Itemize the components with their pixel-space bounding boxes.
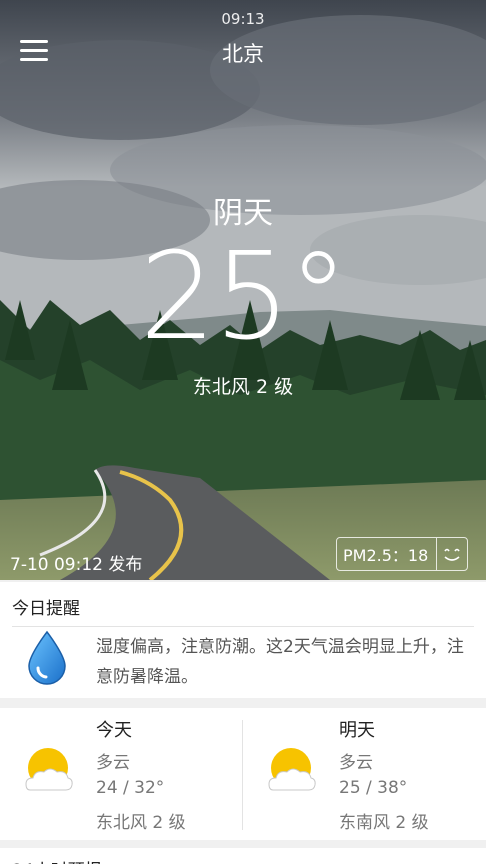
reminder-title: 今日提醒 — [12, 599, 80, 619]
partly-cloudy-icon — [24, 746, 74, 802]
reminder-text: 湿度偏高，注意防潮。这2天气温会明显上升，注意防暑降温。 — [96, 637, 464, 687]
two-day-forecast: 今天 多云 24 / 32° 东北风 2 级 明天 多云 25 / 38° 东南… — [0, 708, 486, 840]
smile-face-icon — [436, 538, 467, 570]
forecast-condition: 多云 — [96, 753, 130, 773]
forecast-temp-range: 25 / 38° — [339, 778, 408, 798]
hero-background: 09:13 北京 阴天 25° 东北风 2 级 7-10 09:12 发布 PM… — [0, 0, 486, 580]
pm25-badge[interactable]: PM2.5：18 — [336, 537, 468, 571]
weather-screen: 09:13 北京 阴天 25° 东北风 2 级 7-10 09:12 发布 PM… — [0, 0, 486, 864]
forecast-condition: 多云 — [339, 753, 373, 773]
current-condition: 阴天 — [213, 196, 273, 231]
current-wind: 东北风 2 级 — [192, 376, 294, 398]
hourly-forecast-section: 24小时预报 — [0, 848, 486, 864]
city-title[interactable]: 北京 — [0, 38, 486, 68]
divider — [12, 626, 474, 627]
forecast-day-label: 今天 — [96, 720, 132, 741]
forecast-wind: 东北风 2 级 — [96, 813, 186, 833]
forecast-today[interactable]: 今天 多云 24 / 32° 东北风 2 级 — [0, 708, 243, 840]
publish-time: 7-10 09:12 发布 — [10, 555, 143, 575]
partly-cloudy-icon — [267, 746, 317, 802]
hourly-title: 24小时预报 — [12, 856, 102, 864]
forecast-tomorrow[interactable]: 明天 多云 25 / 38° 东南风 2 级 — [243, 708, 486, 840]
status-bar-time: 09:13 — [221, 10, 265, 28]
pm25-text: PM2.5：18 — [343, 546, 429, 565]
forecast-day-label: 明天 — [339, 720, 375, 741]
today-reminder-card: 今日提醒 湿度偏高，注意防潮。这2天气温会明显上升，注意防暑降温。 — [0, 582, 486, 698]
forecast-temp-range: 24 / 32° — [96, 778, 165, 798]
water-drop-icon — [26, 630, 68, 690]
forecast-wind: 东南风 2 级 — [339, 813, 429, 833]
current-temperature: 25° — [139, 228, 349, 367]
